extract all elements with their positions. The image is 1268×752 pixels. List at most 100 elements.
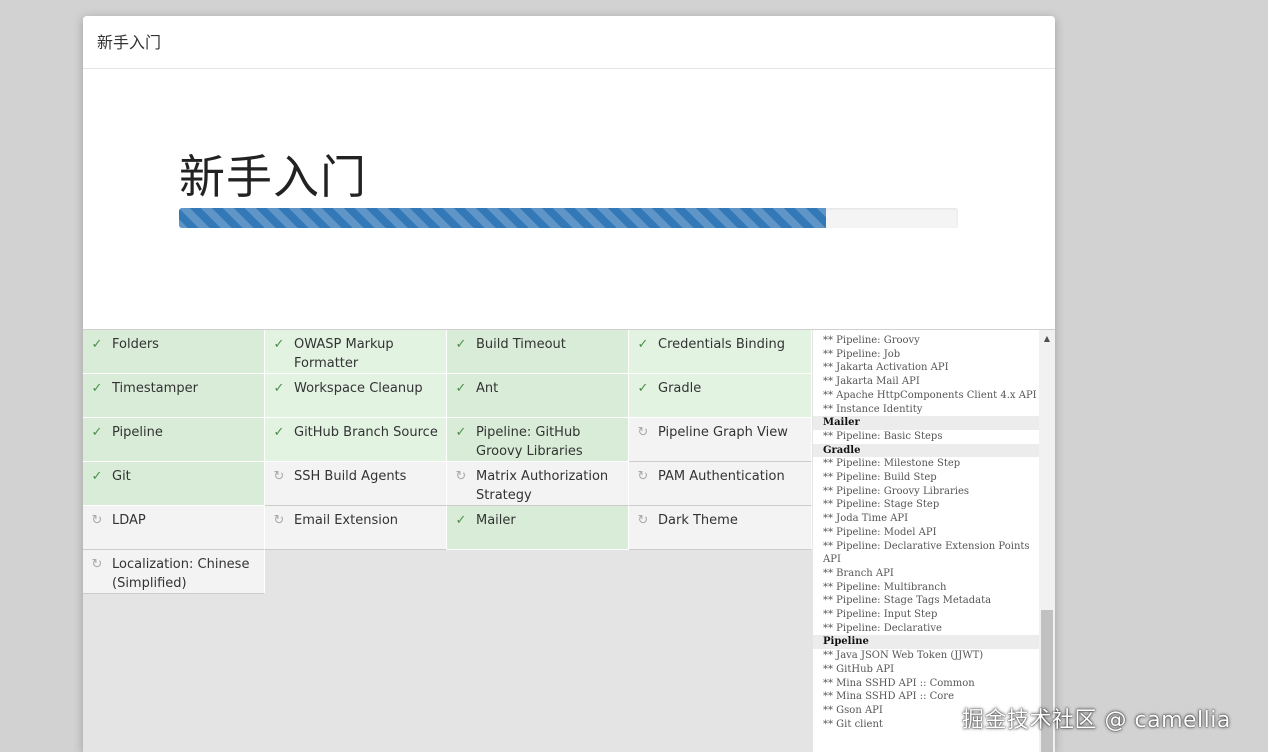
plugin-name: Git <box>112 469 131 484</box>
plugin-name: PAM Authentication <box>658 469 785 484</box>
plugin-item: ↻ Dark Theme <box>629 506 812 550</box>
install-log-panel[interactable]: ** Pipeline: Groovy ** Pipeline: Job ** Ja… <box>813 330 1055 752</box>
plugin-item: ✓ Pipeline: GitHub Groovy Libraries <box>447 418 629 462</box>
plugin-item: ✓ OWASP Markup Formatter <box>265 330 447 374</box>
plugin-item: ✓ Workspace Cleanup <box>265 374 447 418</box>
log-heading: Pipeline <box>813 635 1039 650</box>
refresh-icon: ↻ <box>273 513 285 528</box>
plugin-item: ✓ Pipeline <box>83 418 265 462</box>
check-icon: ✓ <box>91 337 103 352</box>
refresh-icon: ↻ <box>91 557 103 572</box>
dialog-title: 新手入门 <box>83 16 1055 69</box>
plugin-item: ✓ Git <box>83 462 265 506</box>
plugin-name: Credentials Binding <box>658 337 785 352</box>
plugin-name: Localization: Chinese (Simplified) <box>112 557 250 591</box>
plugin-item: ✓ Timestamper <box>83 374 265 418</box>
plugin-name: Email Extension <box>294 513 399 528</box>
check-icon: ✓ <box>637 381 649 396</box>
plugin-name: GitHub Branch Source <box>294 425 438 440</box>
check-icon: ✓ <box>273 381 285 396</box>
plugin-name: SSH Build Agents <box>294 469 407 484</box>
log-line: ** Pipeline: Milestone Step <box>823 458 961 470</box>
plugin-name: Workspace Cleanup <box>294 381 423 396</box>
plugin-item: ↻ PAM Authentication <box>629 462 812 506</box>
setup-wizard-dialog: 新手入门 新手入门 ✓ Folders ✓ OWASP Markup Formatte… <box>83 16 1055 752</box>
progress-bar-fill <box>179 208 826 228</box>
check-icon: ✓ <box>455 337 467 352</box>
log-line: ** Pipeline: Declarative Extension Point… <box>823 540 1030 566</box>
check-icon: ✓ <box>637 337 649 352</box>
plugin-name: Build Timeout <box>476 337 566 352</box>
log-line: ** Branch API <box>823 567 894 579</box>
plugin-name: Gradle <box>658 381 702 396</box>
refresh-icon: ↻ <box>273 469 285 484</box>
check-icon: ✓ <box>273 425 285 440</box>
install-progress-bar <box>179 208 958 228</box>
refresh-icon: ↻ <box>637 425 649 440</box>
refresh-icon: ↻ <box>637 469 649 484</box>
plugin-list: ✓ Folders ✓ OWASP Markup Formatter ✓ Build Ti… <box>83 330 812 594</box>
log-line: ** Pipeline: Model API <box>823 526 937 538</box>
log-line: ** Java JSON Web Token (JJWT) <box>823 650 984 662</box>
plugin-item: ↻ LDAP <box>83 506 265 550</box>
refresh-icon: ↻ <box>637 513 649 528</box>
plugin-name: OWASP Markup Formatter <box>294 337 394 371</box>
log-line: ** Mina SSHD API :: Common <box>823 677 975 689</box>
log-line: ** Pipeline: Stage Step <box>823 499 940 511</box>
plugin-item: ↻ Email Extension <box>265 506 447 550</box>
log-line: ** Joda Time API <box>823 513 909 525</box>
check-icon: ✓ <box>455 381 467 396</box>
plugin-name: Matrix Authorization Strategy <box>476 469 609 503</box>
refresh-icon: ↻ <box>91 513 103 528</box>
plugin-name: Pipeline <box>112 425 163 440</box>
log-line: ** Instance Identity <box>823 403 923 415</box>
check-icon: ✓ <box>91 425 103 440</box>
log-line: ** Pipeline: Build Step <box>823 472 937 484</box>
plugin-item: ✓ GitHub Branch Source <box>265 418 447 462</box>
log-line: ** GitHub API <box>823 663 895 675</box>
log-line: ** Pipeline: Basic Steps <box>823 430 943 442</box>
scroll-up-arrow-icon[interactable]: ▲ <box>1042 334 1052 344</box>
log-line: ** Pipeline: Stage Tags Metadata <box>823 595 992 607</box>
log-scrollbar[interactable]: ▲ <box>1039 330 1055 752</box>
log-line: ** Pipeline: Declarative <box>823 622 942 634</box>
log-line: ** Apache HttpComponents Client 4.x API <box>823 389 1037 401</box>
plugin-item: ✓ Build Timeout <box>447 330 629 374</box>
log-line: ** Pipeline: Job <box>823 348 901 360</box>
plugin-name: Folders <box>112 337 159 352</box>
refresh-icon: ↻ <box>455 469 467 484</box>
plugin-item: ✓ Ant <box>447 374 629 418</box>
plugin-item: ✓ Mailer <box>447 506 629 550</box>
watermark: 掘金技术社区 @ camellia <box>962 708 1231 733</box>
plugin-item: ↻ Localization: Chinese (Simplified) <box>83 550 265 594</box>
check-icon: ✓ <box>455 425 467 440</box>
check-icon: ✓ <box>91 381 103 396</box>
progress-panel: 新手入门 <box>83 69 1055 330</box>
plugin-item: ↻ SSH Build Agents <box>265 462 447 506</box>
plugin-name: Mailer <box>476 513 516 528</box>
plugin-name: LDAP <box>112 513 146 528</box>
log-line: ** Jakarta Mail API <box>823 376 920 388</box>
log-heading: Mailer <box>813 416 1039 430</box>
log-heading: Gradle <box>813 443 1039 458</box>
plugin-item: ↻ Pipeline Graph View <box>629 418 812 462</box>
plugin-name: Pipeline Graph View <box>658 425 788 440</box>
plugin-item: ✓ Credentials Binding <box>629 330 812 374</box>
log-line: ** Pipeline: Input Step <box>823 609 938 621</box>
plugin-name: Timestamper <box>112 381 198 396</box>
page-title: 新手入门 <box>179 150 367 204</box>
log-line: ** Pipeline: Groovy Libraries <box>823 485 970 497</box>
check-icon: ✓ <box>273 337 285 352</box>
check-icon: ✓ <box>455 513 467 528</box>
check-icon: ✓ <box>91 469 103 484</box>
log-line: ** Jakarta Activation API <box>823 362 949 374</box>
install-log: ** Pipeline: Groovy ** Pipeline: Job ** Ja… <box>813 330 1039 731</box>
log-line: ** Pipeline: Multibranch <box>823 581 947 593</box>
log-line: ** Pipeline: Groovy <box>823 335 920 346</box>
plugin-item: ✓ Folders <box>83 330 265 374</box>
plugin-item: ↻ Matrix Authorization Strategy <box>447 462 629 506</box>
plugin-name: Pipeline: GitHub Groovy Libraries <box>476 425 583 459</box>
plugin-name: Dark Theme <box>658 513 738 528</box>
plugin-name: Ant <box>476 381 499 396</box>
plugin-item: ✓ Gradle <box>629 374 812 418</box>
